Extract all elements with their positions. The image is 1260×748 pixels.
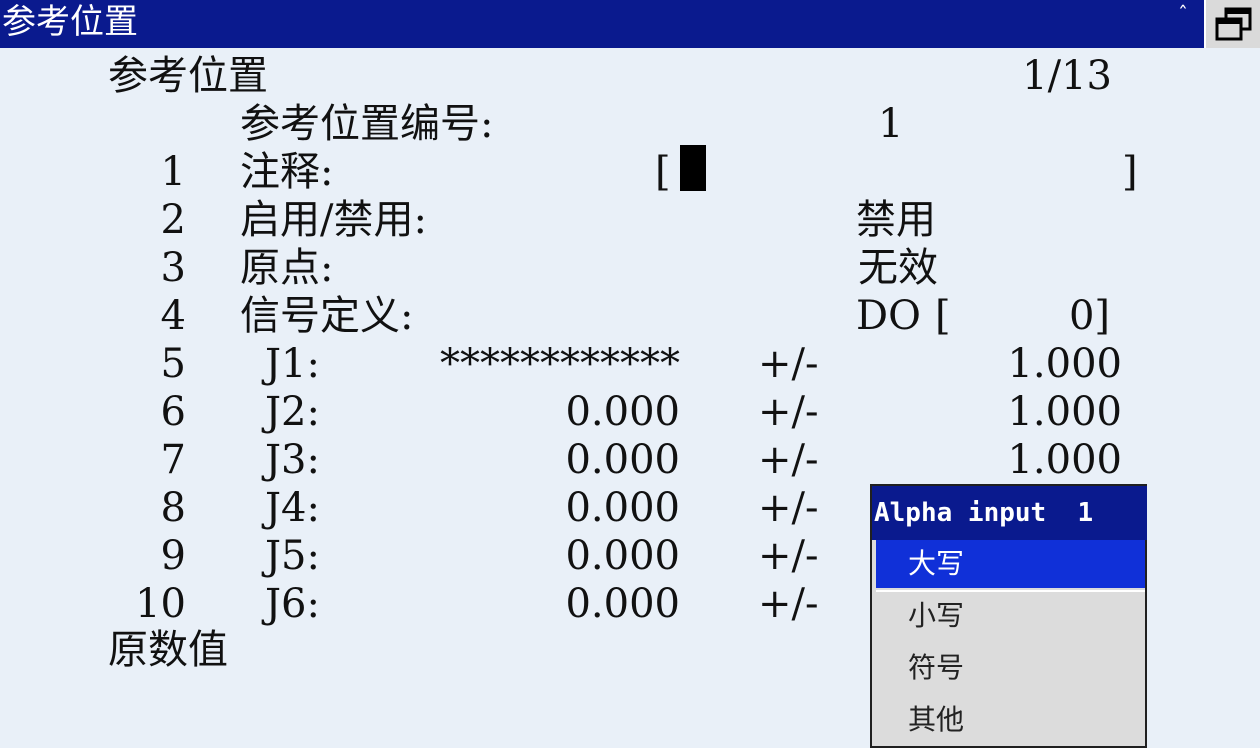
footer-prompt: 原数值 <box>108 627 228 673</box>
row-number: 1 <box>160 149 186 195</box>
row-number: 7 <box>160 437 186 483</box>
joint-name: J5: <box>265 533 320 579</box>
joint-value: 0.000 <box>565 389 680 435</box>
ref-number-label: 参考位置编号: <box>240 101 494 147</box>
menu-item-lowercase[interactable]: 小写 <box>876 592 1145 640</box>
row-number: 8 <box>160 485 186 531</box>
joint-value: 0.000 <box>565 533 680 579</box>
tolerance-label: +/- <box>758 437 819 483</box>
comment-bracket-open: [ <box>655 149 671 195</box>
text-cursor <box>680 145 706 191</box>
joint-value: 0.000 <box>565 581 680 627</box>
tolerance-label: +/- <box>758 533 819 579</box>
tolerance-label: +/- <box>758 485 819 531</box>
tolerance-value: 1.000 <box>1007 341 1122 387</box>
comment-label: 注释: <box>240 149 334 195</box>
tolerance-value: 1.000 <box>1007 389 1122 435</box>
row-number: 10 <box>135 581 186 627</box>
home-label: 原点: <box>240 245 334 291</box>
menu-item-symbols[interactable]: 符号 <box>876 644 1145 692</box>
screen-heading: 参考位置 <box>108 53 268 99</box>
row-number: 9 <box>160 533 186 579</box>
tolerance-value: 1.000 <box>1007 437 1122 483</box>
signal-bracket-open: [ <box>935 293 951 339</box>
tolerance-label: +/- <box>758 389 819 435</box>
title-bar: 参考位置 ˆ <box>0 0 1260 48</box>
home-value: 无效 <box>858 245 938 291</box>
alpha-input-menu: Alpha input 1 大写 小写 符号 其他 <box>870 484 1147 748</box>
ref-number-value[interactable]: 1 <box>878 100 903 148</box>
joint-value: 0.000 <box>565 437 680 483</box>
restore-window-button[interactable] <box>1204 0 1260 48</box>
row-number: 6 <box>160 389 186 435</box>
enable-value: 禁用 <box>856 197 936 243</box>
signal-type: DO <box>856 293 921 339</box>
page-indicator: 1/13 <box>1022 53 1112 99</box>
enable-label: 启用/禁用: <box>240 197 427 243</box>
menu-item-uppercase[interactable]: 大写 <box>876 540 1145 588</box>
signal-value: 0] <box>1068 293 1110 339</box>
restore-window-icon <box>1215 7 1252 41</box>
window-title: 参考位置 <box>2 2 138 42</box>
menu-item-other[interactable]: 其他 <box>876 696 1145 744</box>
joint-name: J4: <box>265 485 320 531</box>
signal-label: 信号定义: <box>240 293 414 339</box>
caret-up-icon[interactable]: ˆ <box>1178 2 1188 26</box>
tolerance-label: +/- <box>758 581 819 627</box>
joint-value: ************ <box>440 341 680 387</box>
joint-value: 0.000 <box>565 485 680 531</box>
joint-name: J6: <box>265 581 320 627</box>
row-number: 3 <box>160 245 186 291</box>
row-number: 2 <box>160 197 186 243</box>
joint-name: J1: <box>265 341 320 387</box>
row-number: 4 <box>160 293 186 339</box>
comment-bracket-close: ] <box>1122 149 1138 195</box>
row-number: 5 <box>160 341 186 387</box>
joint-name: J3: <box>265 437 320 483</box>
tolerance-label: +/- <box>758 341 819 387</box>
joint-name: J2: <box>265 389 320 435</box>
alpha-input-title: Alpha input 1 <box>872 486 1147 540</box>
